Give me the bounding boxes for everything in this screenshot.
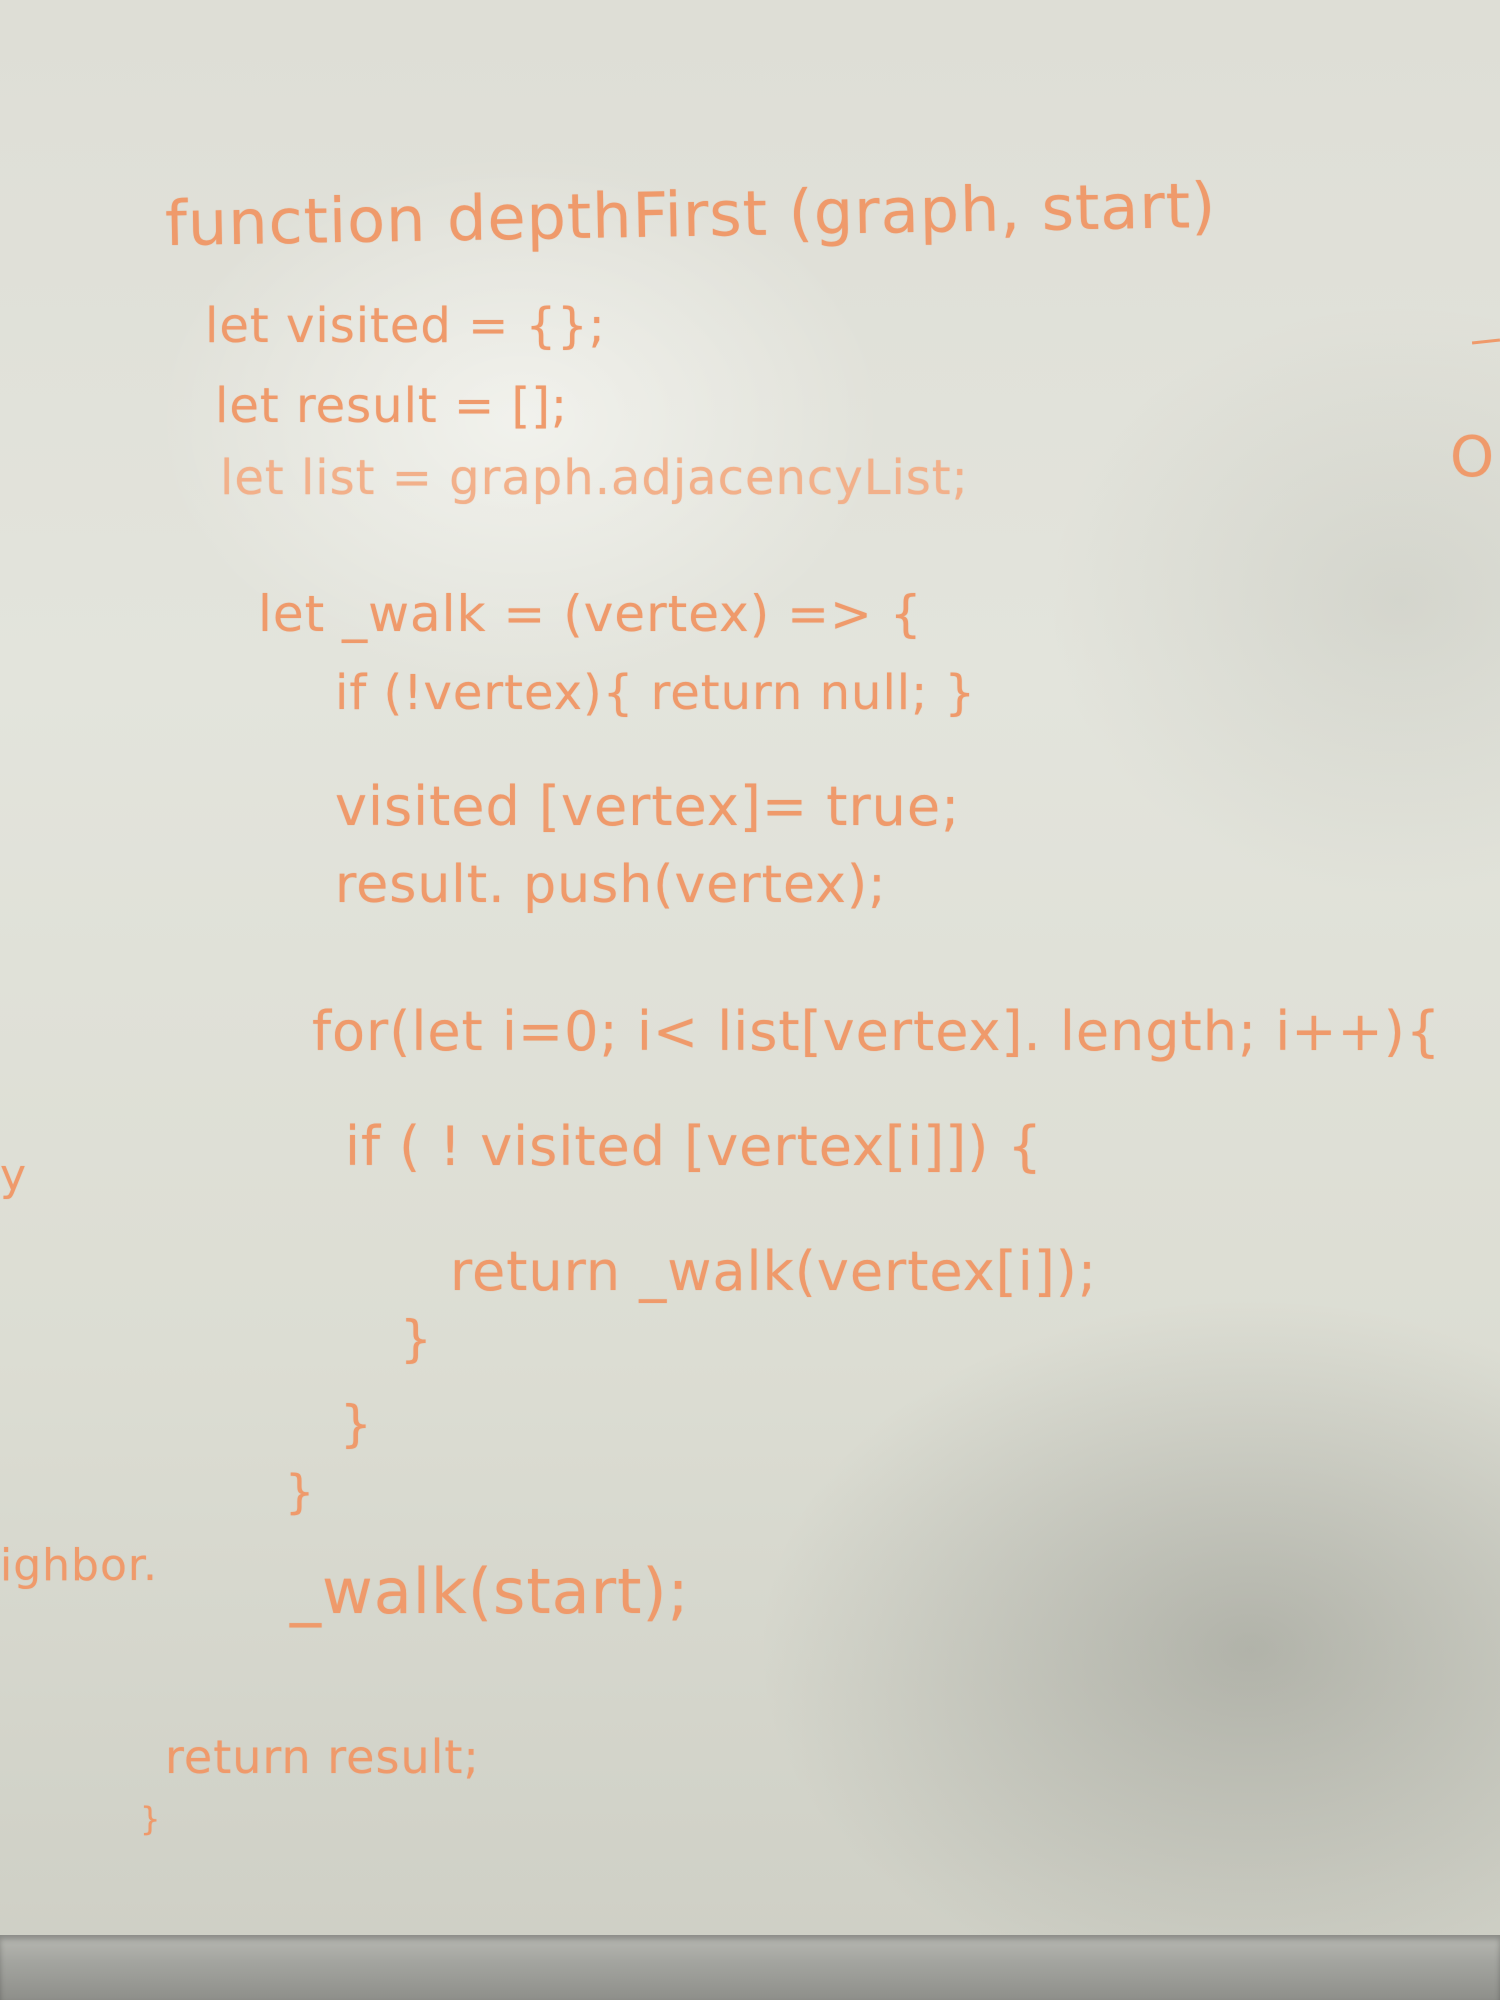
code-line-close-walk: } — [285, 1465, 316, 1519]
whiteboard-tray — [0, 1935, 1500, 2000]
code-line-close-if: } — [400, 1310, 433, 1368]
cut-off-text-right: O — [1450, 425, 1496, 490]
code-line-null-guard: if (!vertex){ return null; } — [335, 665, 977, 721]
code-line-return-result: return result; — [165, 1730, 480, 1784]
whiteboard: function depthFirst (graph, start) let v… — [0, 0, 1500, 1935]
code-line-walk-call: _walk(start); — [290, 1555, 690, 1628]
marker-stroke — [1471, 338, 1500, 345]
cut-off-text-left-top: y — [0, 1150, 28, 1201]
cut-off-text-left-bottom: ighbor. — [0, 1540, 158, 1591]
code-line-push-result: result. push(vertex); — [335, 855, 887, 915]
code-line-if-not-visited: if ( ! visited [vertex[i]]) { — [345, 1115, 1043, 1178]
code-line-list-decl: let list = graph.adjacencyList; — [220, 450, 969, 506]
code-line-function-signature: function depthFirst (graph, start) — [164, 168, 1217, 261]
code-line-visited-decl: let visited = {}; — [205, 298, 606, 354]
code-line-recursive-return: return _walk(vertex[i]); — [450, 1240, 1098, 1303]
code-line-mark-visited: visited [vertex]= true; — [335, 775, 961, 838]
code-line-walk-decl: let _walk = (vertex) => { — [258, 585, 923, 643]
code-line-result-decl: let result = []; — [215, 378, 569, 434]
code-line-close-function: } — [140, 1800, 162, 1838]
code-line-for-loop: for(let i=0; i< list[vertex]. length; i+… — [312, 1000, 1442, 1063]
code-line-close-for: } — [340, 1395, 373, 1453]
